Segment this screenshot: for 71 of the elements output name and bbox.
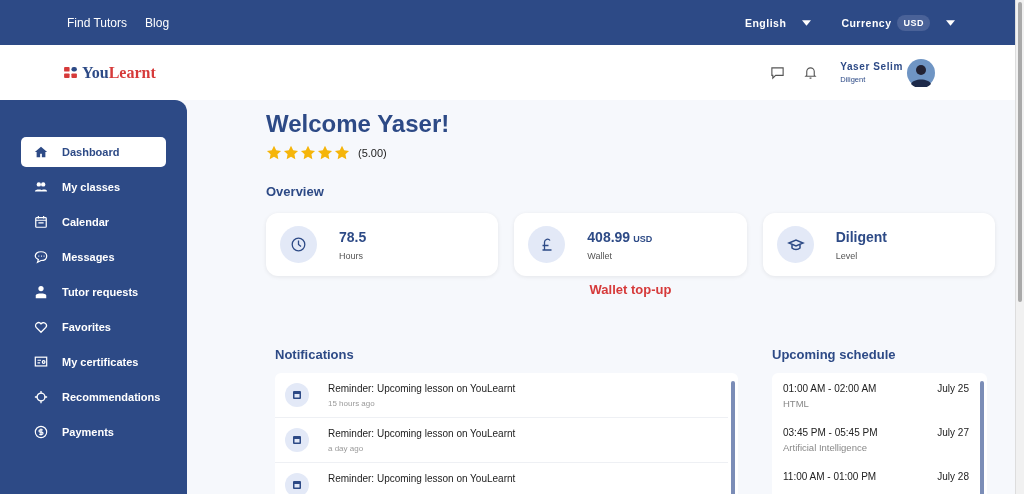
lesson-date: July 28 <box>937 471 969 482</box>
sidebar-item[interactable]: My classes <box>21 172 166 202</box>
calendar-icon <box>285 383 309 407</box>
notification-text[interactable]: Reminder: Upcoming lesson on YouLearnt <box>328 473 516 484</box>
lesson-time: 01:00 AM - 02:00 AM <box>783 383 877 394</box>
section-title: Upcoming schedule <box>772 347 897 362</box>
section-title: Overview <box>266 184 325 199</box>
calendar-icon <box>285 428 309 452</box>
heart-icon <box>34 320 48 334</box>
caret-icon <box>802 19 812 26</box>
dollar-icon <box>34 425 48 439</box>
section-title: Notifications <box>275 347 355 362</box>
notification-text[interactable]: Reminder: Upcoming lesson on YouLearnt <box>328 428 516 439</box>
stat-unit: USD <box>633 233 653 244</box>
stat-value: 408.99 <box>587 228 631 245</box>
wallet-top-up-link[interactable]: Wallet top-up <box>589 282 672 297</box>
sidebar-item[interactable]: My certificates <box>21 347 166 377</box>
sidebar-item[interactable]: Recommendations <box>21 382 166 412</box>
chat-icon[interactable] <box>770 65 786 80</box>
people-icon <box>34 180 48 194</box>
star-icon <box>266 145 282 161</box>
stat-label: Wallet <box>587 250 613 261</box>
calendar-icon <box>34 215 48 229</box>
logo-text[interactable]: YouLearnt <box>82 63 156 82</box>
calendar-icon <box>285 473 309 494</box>
certificate-icon <box>34 355 48 369</box>
lesson-time: 11:00 AM - 01:00 PM <box>783 471 877 482</box>
stat-value: 78.5 <box>339 228 367 245</box>
clock-icon <box>280 226 317 263</box>
avatar[interactable] <box>907 58 935 87</box>
sidebar-item[interactable]: Tutor requests <box>21 277 166 307</box>
notification-text[interactable]: Reminder: Upcoming lesson on YouLearnt <box>328 383 516 394</box>
stat-label: Hours <box>339 250 364 261</box>
sidebar-item[interactable]: Messages <box>21 242 166 272</box>
home-icon <box>34 145 48 159</box>
lesson-subject: HTML <box>783 398 810 409</box>
pound-icon <box>528 226 566 263</box>
lesson-subject: Artificial Intelligence <box>783 442 868 453</box>
notification-time: a day ago <box>328 444 365 453</box>
logo-icon <box>64 67 77 78</box>
welcome-title: Welcome Yaser! <box>266 110 451 138</box>
lesson-date: July 25 <box>937 383 969 394</box>
rating-value: (5.00) <box>358 147 387 159</box>
sidebar-item[interactable]: Favorites <box>21 312 166 342</box>
target-icon <box>34 390 48 404</box>
user-name[interactable]: Yaser Selim <box>840 61 903 72</box>
sidebar-item[interactable]: Payments <box>21 417 166 447</box>
scrollbar[interactable] <box>980 381 984 494</box>
stat-label: Level <box>835 250 859 261</box>
lesson-date: July 27 <box>937 427 969 438</box>
scrollbar[interactable] <box>731 381 735 494</box>
person-icon <box>34 285 48 299</box>
currency-label: Currency <box>841 16 892 29</box>
sidebar-item[interactable]: Dashboard <box>21 137 166 167</box>
graduation-cap-icon <box>776 226 814 263</box>
star-icon <box>317 145 333 161</box>
lesson-time: 03:45 PM - 05:45 PM <box>783 427 878 438</box>
currency-pill[interactable]: USD <box>897 14 930 31</box>
nav-link[interactable]: Blog <box>145 15 170 30</box>
scrollbar[interactable] <box>1018 2 1022 302</box>
sidebar-item[interactable]: Calendar <box>21 207 166 237</box>
language-dropdown[interactable]: English <box>744 16 812 29</box>
star-icon <box>334 145 350 161</box>
star-icon <box>283 145 299 161</box>
nav-link[interactable]: Find Tutors <box>67 15 128 30</box>
caret-icon[interactable] <box>946 19 955 26</box>
notification-time: 15 hours ago <box>328 399 376 408</box>
chat-icon <box>34 250 48 264</box>
star-icon <box>300 145 316 161</box>
bell-icon[interactable] <box>803 65 819 80</box>
stat-value: Diligent <box>835 228 887 245</box>
